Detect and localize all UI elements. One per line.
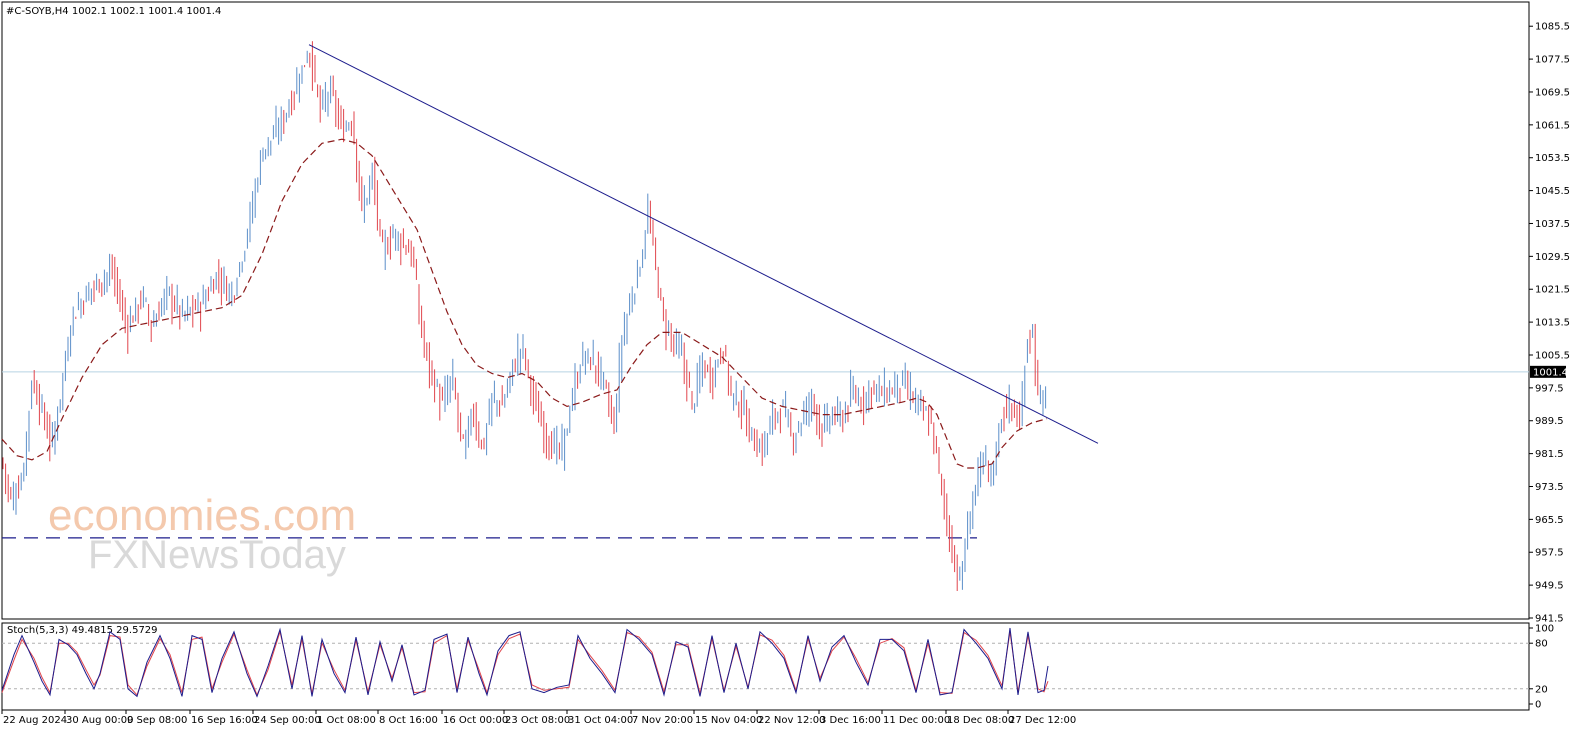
price-tick-label: 1037.5 xyxy=(1535,219,1570,230)
price-tick-label: 1005.5 xyxy=(1535,350,1570,361)
time-tick-label: 31 Oct 04:00 xyxy=(568,715,633,726)
time-tick-label: 23 Oct 08:00 xyxy=(505,715,570,726)
time-tick-label: 15 Nov 04:00 xyxy=(695,715,762,726)
price-tick-label: 949.5 xyxy=(1535,581,1564,592)
time-tick-label: 8 Oct 16:00 xyxy=(379,715,438,726)
price-tick-label: 1045.5 xyxy=(1535,186,1570,197)
price-tick-label: 989.5 xyxy=(1535,416,1564,427)
price-tick-label: 1029.5 xyxy=(1535,252,1570,263)
stoch-tick-label: 20 xyxy=(1535,684,1548,695)
price-tick-label: 981.5 xyxy=(1535,449,1564,460)
time-tick-label: 3 Dec 16:00 xyxy=(820,715,881,726)
price-tick-label: 1061.5 xyxy=(1535,120,1570,131)
time-tick-label: 9 Sep 08:00 xyxy=(127,715,187,726)
time-tick-label: 11 Dec 00:00 xyxy=(883,715,950,726)
price-chart[interactable]: #C-SOYB,H4 1002.1 1002.1 1001.4 1001.4 e… xyxy=(0,0,1596,743)
price-tick-label: 1069.5 xyxy=(1535,87,1570,98)
time-tick-label: 27 Dec 12:00 xyxy=(1009,715,1076,726)
time-tick-label: 22 Aug 2024 xyxy=(3,715,67,726)
price-tick-label: 1053.5 xyxy=(1535,153,1570,164)
time-tick-label: 30 Aug 00:00 xyxy=(66,715,133,726)
time-tick-label: 16 Sep 16:00 xyxy=(191,715,258,726)
stoch-tick-label: 0 xyxy=(1535,700,1541,711)
time-tick-label: 16 Oct 00:00 xyxy=(443,715,508,726)
stoch-tick-label: 100 xyxy=(1535,624,1554,635)
price-tick-label: 965.5 xyxy=(1535,515,1564,526)
current-price-badge: 1001.4 xyxy=(1530,365,1568,378)
watermark-fxnewstoday: FXNewsToday xyxy=(88,533,346,577)
stoch-label: Stoch(5,3,3) 49.4815 29.5729 xyxy=(7,625,158,636)
time-tick-label: 24 Sep 00:00 xyxy=(254,715,321,726)
time-tick-label: 7 Nov 20:00 xyxy=(632,715,693,726)
price-badge-text: 1001.4 xyxy=(1533,367,1568,378)
price-tick-label: 1077.5 xyxy=(1535,55,1570,66)
price-tick-label: 957.5 xyxy=(1535,548,1564,559)
price-tick-label: 973.5 xyxy=(1535,482,1564,493)
time-tick-label: 22 Nov 12:00 xyxy=(758,715,825,726)
price-tick-label: 1021.5 xyxy=(1535,285,1570,296)
price-tick-label: 997.5 xyxy=(1535,383,1564,394)
price-tick-label: 1085.5 xyxy=(1535,22,1570,33)
chart-canvas[interactable]: #C-SOYB,H4 1002.1 1002.1 1001.4 1001.4 e… xyxy=(0,0,1596,743)
time-tick-label: 18 Dec 08:00 xyxy=(947,715,1014,726)
symbol-header: #C-SOYB,H4 1002.1 1002.1 1001.4 1001.4 xyxy=(6,6,221,17)
price-tick-label: 1013.5 xyxy=(1535,318,1570,329)
stoch-tick-label: 80 xyxy=(1535,639,1548,650)
time-tick-label: 1 Oct 08:00 xyxy=(317,715,376,726)
